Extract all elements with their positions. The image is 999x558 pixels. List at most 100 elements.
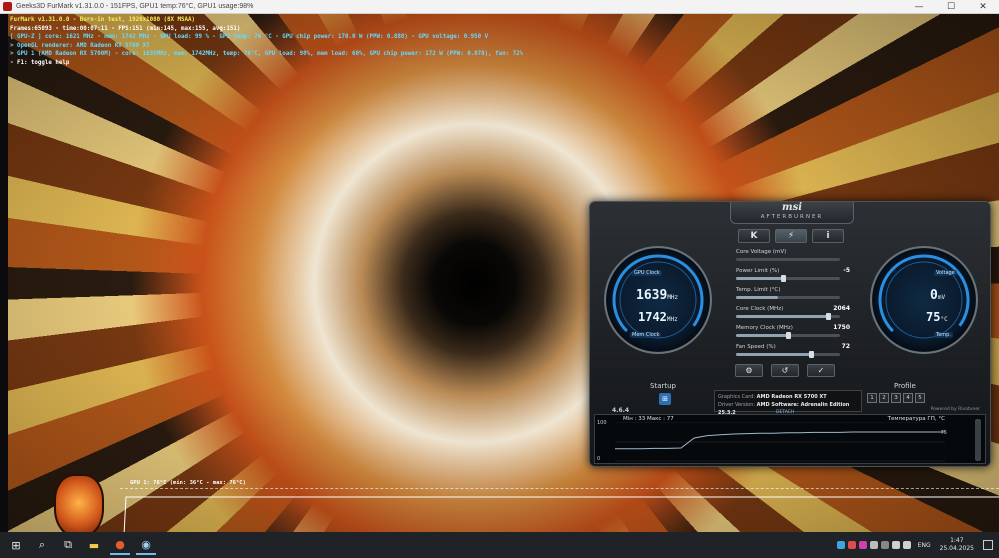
afterburner-title: AFTERBURNER <box>760 214 824 220</box>
fan-speed-slider[interactable]: Fan Speed (%) 72 <box>736 343 850 362</box>
voltage-temp-gauge-dial <box>878 254 970 346</box>
search-icon[interactable]: ⌕ <box>32 535 52 555</box>
temp-value: 75 <box>926 310 941 324</box>
memory-clock-slider[interactable]: Memory Clock (MHz) 1750 <box>736 324 850 343</box>
startup-windows-button[interactable]: ⊞ <box>659 393 671 405</box>
volume-icon[interactable] <box>902 541 911 549</box>
temp-limit-label: Temp. Limit (°C) <box>736 287 781 293</box>
core-voltage-label: Core Voltage (mV) <box>736 249 787 255</box>
gpu-temperature-graph: GPU 1: 76°C (min: 36°C - max: 76°C) <box>120 480 999 532</box>
slider-fill <box>736 296 778 299</box>
voltage-unit: mV <box>937 294 946 301</box>
graphics-card-label: Graphics Card: <box>718 394 756 400</box>
slider-fill <box>736 353 811 356</box>
desktop-screen: Geeks3D FurMark v1.31.0.0 - 151FPS, GPU1… <box>0 0 999 558</box>
afterburner-window[interactable]: msi AFTERBURNER K ⚡ i GPU Clock 1639MHz … <box>589 201 991 467</box>
profile-slot-4[interactable]: 4 <box>903 393 913 403</box>
notification-icon[interactable] <box>983 540 993 550</box>
furmark-overlay-text: FurMark v1.31.0.0 - Burn-in test, 1920x1… <box>10 16 523 67</box>
slider-fill <box>736 277 783 280</box>
system-tray: ENG 1:47 25.04.2025 <box>836 537 999 553</box>
slider-fill <box>736 334 788 337</box>
afterburner-brand: msi AFTERBURNER <box>730 202 854 224</box>
overlay-line-gpuz: [ GPU-Z ] core: 1621 MHz - mem: 1742 MHz… <box>10 34 489 40</box>
file-explorer-icon[interactable]: ▬ <box>84 535 104 555</box>
gpu-clock-value: 1639 <box>636 288 668 303</box>
powered-by-label: Powered by Rivatuner <box>930 407 980 412</box>
clock[interactable]: 1:47 25.04.2025 <box>940 537 974 553</box>
gpu-graph-line <box>123 496 999 532</box>
furmark-app-icon <box>3 2 12 11</box>
fan-speed-label: Fan Speed (%) <box>736 344 776 350</box>
monitor-y-top: 100 <box>597 420 607 426</box>
tray-app-icon[interactable] <box>880 541 889 549</box>
gpu-clock-readout: 1639MHz <box>636 288 678 303</box>
afterburner-icon[interactable]: ◉ <box>136 535 156 555</box>
network-icon[interactable] <box>891 541 900 549</box>
start-icon[interactable]: ⊞ <box>6 535 26 555</box>
slider-track <box>736 296 840 299</box>
hardware-monitor[interactable]: Мін : 33 Макс : 77 Температура ГП, °C 10… <box>594 414 986 464</box>
power-limit-value: -5 <box>843 267 850 274</box>
slider-track <box>736 332 840 339</box>
tray-app-icon[interactable] <box>847 541 856 549</box>
apply-button[interactable]: ✓ <box>807 364 835 377</box>
temp-label: Temp. <box>934 332 953 338</box>
furmark-icon[interactable]: ● <box>110 535 130 555</box>
profile-label: Profile <box>894 382 916 390</box>
taskbar: ⊞ ⌕ ⧉ ▬ ● ◉ ENG 1:47 25.04.2025 <box>0 532 999 558</box>
overlay-line-gpu1: > GPU 1 (AMD Radeon RX 5700M) - core: 16… <box>10 51 524 57</box>
voltage-label: Voltage <box>934 270 957 276</box>
clock-date: 25.04.2025 <box>939 545 974 552</box>
temp-readout: 75°C <box>926 310 948 324</box>
startup-label: Startup <box>650 382 676 390</box>
profile-slot-1[interactable]: 1 <box>867 393 877 403</box>
core-clock-slider[interactable]: Core Clock (MHz) 2064 <box>736 305 850 324</box>
monitor-graph <box>615 422 945 462</box>
task-view-icon[interactable]: ⧉ <box>58 535 78 555</box>
oc-sliders: Core Voltage (mV) Power Limit (%) -5 Tem… <box>736 248 850 362</box>
tray-app-icon[interactable] <box>869 541 878 549</box>
slider-track <box>736 313 840 320</box>
maximize-button[interactable]: ☐ <box>935 0 967 14</box>
language-indicator[interactable]: ENG <box>918 542 931 549</box>
minimize-button[interactable]: — <box>903 0 935 14</box>
voltage-temp-gauge: Voltage 0mV 75°C Temp. <box>870 246 978 354</box>
afterburner-version: 4.6.4 <box>612 407 630 414</box>
core-voltage-slider[interactable]: Core Voltage (mV) <box>736 248 850 267</box>
slider-track <box>736 258 840 261</box>
oc-scanner-button[interactable]: ⚡ <box>775 229 807 243</box>
voltage-readout: 0mV <box>930 288 945 303</box>
tray-app-icon[interactable] <box>836 541 845 549</box>
close-button[interactable]: ✕ <box>967 0 999 14</box>
reset-button[interactable]: ↺ <box>771 364 799 377</box>
tray-app-icon[interactable] <box>858 541 867 549</box>
profile-slots: 1 2 3 4 5 <box>867 393 925 403</box>
overlay-line-renderer: > OpenGL renderer: AMD Radeon RX 5700 XT <box>10 42 150 49</box>
temp-unit: °C <box>940 316 948 323</box>
overlay-line-help: - F1: toggle help <box>10 59 70 66</box>
profile-slot-2[interactable]: 2 <box>879 393 889 403</box>
profile-slot-3[interactable]: 3 <box>891 393 901 403</box>
slider-knob[interactable] <box>825 313 831 320</box>
power-limit-label: Power Limit (%) <box>736 268 780 274</box>
profile-slot-5[interactable]: 5 <box>915 393 925 403</box>
slider-knob[interactable] <box>780 275 786 282</box>
fan-speed-value: 72 <box>841 343 850 350</box>
kombustor-button[interactable]: K <box>738 229 770 243</box>
slider-knob[interactable] <box>808 351 814 358</box>
settings-button[interactable]: ⚙ <box>735 364 763 377</box>
mem-clock-readout: 1742MHz <box>638 310 678 324</box>
window-titlebar[interactable]: Geeks3D FurMark v1.31.0.0 - 151FPS, GPU1… <box>0 0 999 14</box>
monitor-y-bottom: 0 <box>597 456 601 462</box>
window-controls: — ☐ ✕ <box>903 0 999 14</box>
info-button[interactable]: i <box>812 229 844 243</box>
overlay-line-frames: Frames:65093 - time:00:07:11 - FPS:151 (… <box>10 25 241 32</box>
furmark-logo <box>54 474 104 532</box>
power-limit-slider[interactable]: Power Limit (%) -5 <box>736 267 850 286</box>
driver-label: Driver Version: <box>718 402 756 408</box>
slider-knob[interactable] <box>786 332 791 339</box>
monitor-scrollbar[interactable] <box>975 419 981 461</box>
slider-track <box>736 351 840 358</box>
temp-limit-slider[interactable]: Temp. Limit (°C) <box>736 286 850 305</box>
